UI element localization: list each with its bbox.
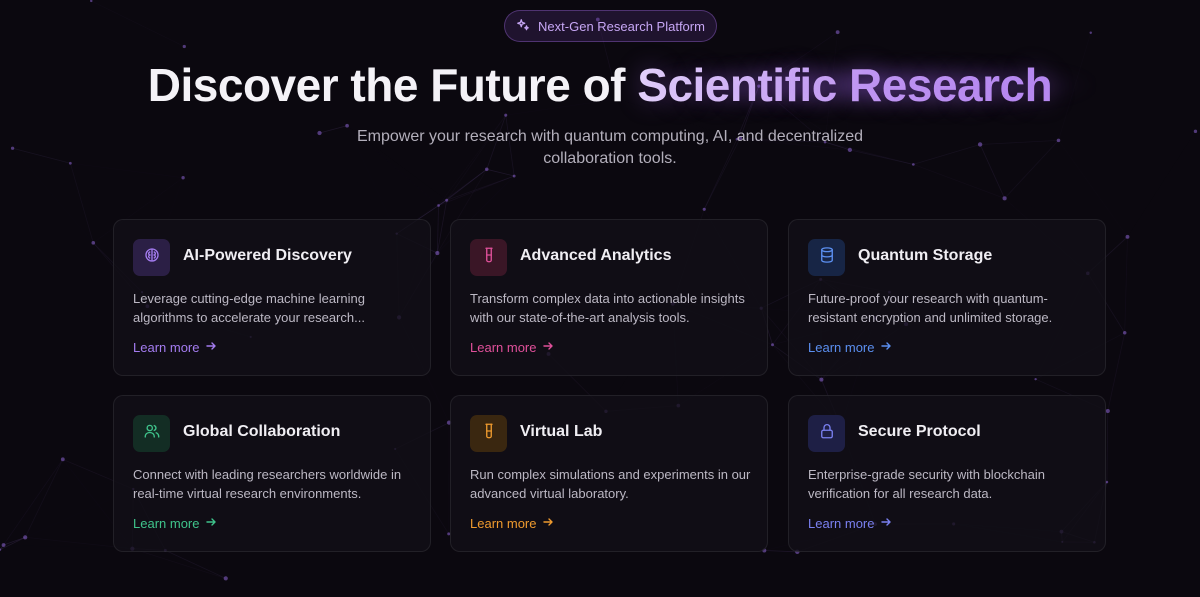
card-icon-box [470, 239, 507, 276]
learn-more-link[interactable]: Learn more [133, 516, 217, 531]
arrow-right-icon [880, 340, 892, 355]
platform-badge: Next-Gen Research Platform [504, 10, 717, 42]
feature-card-secure-protocol[interactable]: Secure Protocol Enterprise-grade securit… [788, 395, 1106, 552]
learn-more-label: Learn more [133, 340, 200, 355]
learn-more-link[interactable]: Learn more [470, 340, 554, 355]
feature-card-global-collaboration[interactable]: Global Collaboration Connect with leadin… [113, 395, 431, 552]
card-title: Global Collaboration [183, 423, 341, 440]
sparkles-icon [516, 18, 530, 35]
arrow-right-icon [880, 516, 892, 531]
lock-icon [818, 422, 836, 445]
card-title: Secure Protocol [858, 423, 981, 440]
card-icon-box [808, 415, 845, 452]
learn-more-label: Learn more [470, 340, 537, 355]
hero-title-accent: Scientific Research [637, 59, 1053, 111]
card-title: Virtual Lab [520, 423, 603, 440]
feature-card-quantum-storage[interactable]: Quantum Storage Future-proof your resear… [788, 219, 1106, 376]
database-icon [818, 246, 836, 269]
hero-subtitle: Empower your research with quantum compu… [356, 128, 864, 167]
arrow-right-icon [542, 516, 554, 531]
feature-card-virtual-lab[interactable]: Virtual Lab Run complex simulations and … [450, 395, 768, 552]
card-icon-box [133, 239, 170, 276]
beaker-icon [480, 422, 498, 445]
learn-more-link[interactable]: Learn more [133, 340, 217, 355]
card-icon-box [133, 415, 170, 452]
feature-card-ai-discovery[interactable]: AI-Powered Discovery Leverage cutting-ed… [113, 219, 431, 376]
card-description: Run complex simulations and experiments … [470, 467, 751, 501]
learn-more-link[interactable]: Learn more [470, 516, 554, 531]
card-icon-box [808, 239, 845, 276]
card-icon-box [470, 415, 507, 452]
learn-more-label: Learn more [808, 340, 875, 355]
badge-label: Next-Gen Research Platform [538, 18, 705, 34]
hero-title-main: Discover the Future of [147, 59, 638, 111]
learn-more-label: Learn more [470, 516, 537, 531]
arrow-right-icon [542, 340, 554, 355]
hero-title: Discover the Future of Scientific Resear… [0, 56, 1200, 114]
learn-more-label: Learn more [133, 516, 200, 531]
learn-more-label: Learn more [808, 516, 875, 531]
arrow-right-icon [205, 340, 217, 355]
card-description: Enterprise-grade security with blockchai… [808, 467, 1045, 501]
users-icon [143, 422, 161, 445]
beaker-icon [480, 246, 498, 269]
learn-more-link[interactable]: Learn more [808, 340, 892, 355]
card-description: Transform complex data into actionable i… [470, 291, 745, 325]
card-description: Future-proof your research with quantum-… [808, 291, 1053, 325]
feature-card-advanced-analytics[interactable]: Advanced Analytics Transform complex dat… [450, 219, 768, 376]
arrow-right-icon [205, 516, 217, 531]
card-description: Connect with leading researchers worldwi… [133, 467, 402, 501]
card-title: Advanced Analytics [520, 247, 672, 264]
brain-icon [143, 246, 161, 269]
learn-more-link[interactable]: Learn more [808, 516, 892, 531]
card-title: Quantum Storage [858, 247, 993, 264]
card-title: AI-Powered Discovery [183, 247, 352, 264]
card-description: Leverage cutting-edge machine learning a… [133, 291, 365, 325]
